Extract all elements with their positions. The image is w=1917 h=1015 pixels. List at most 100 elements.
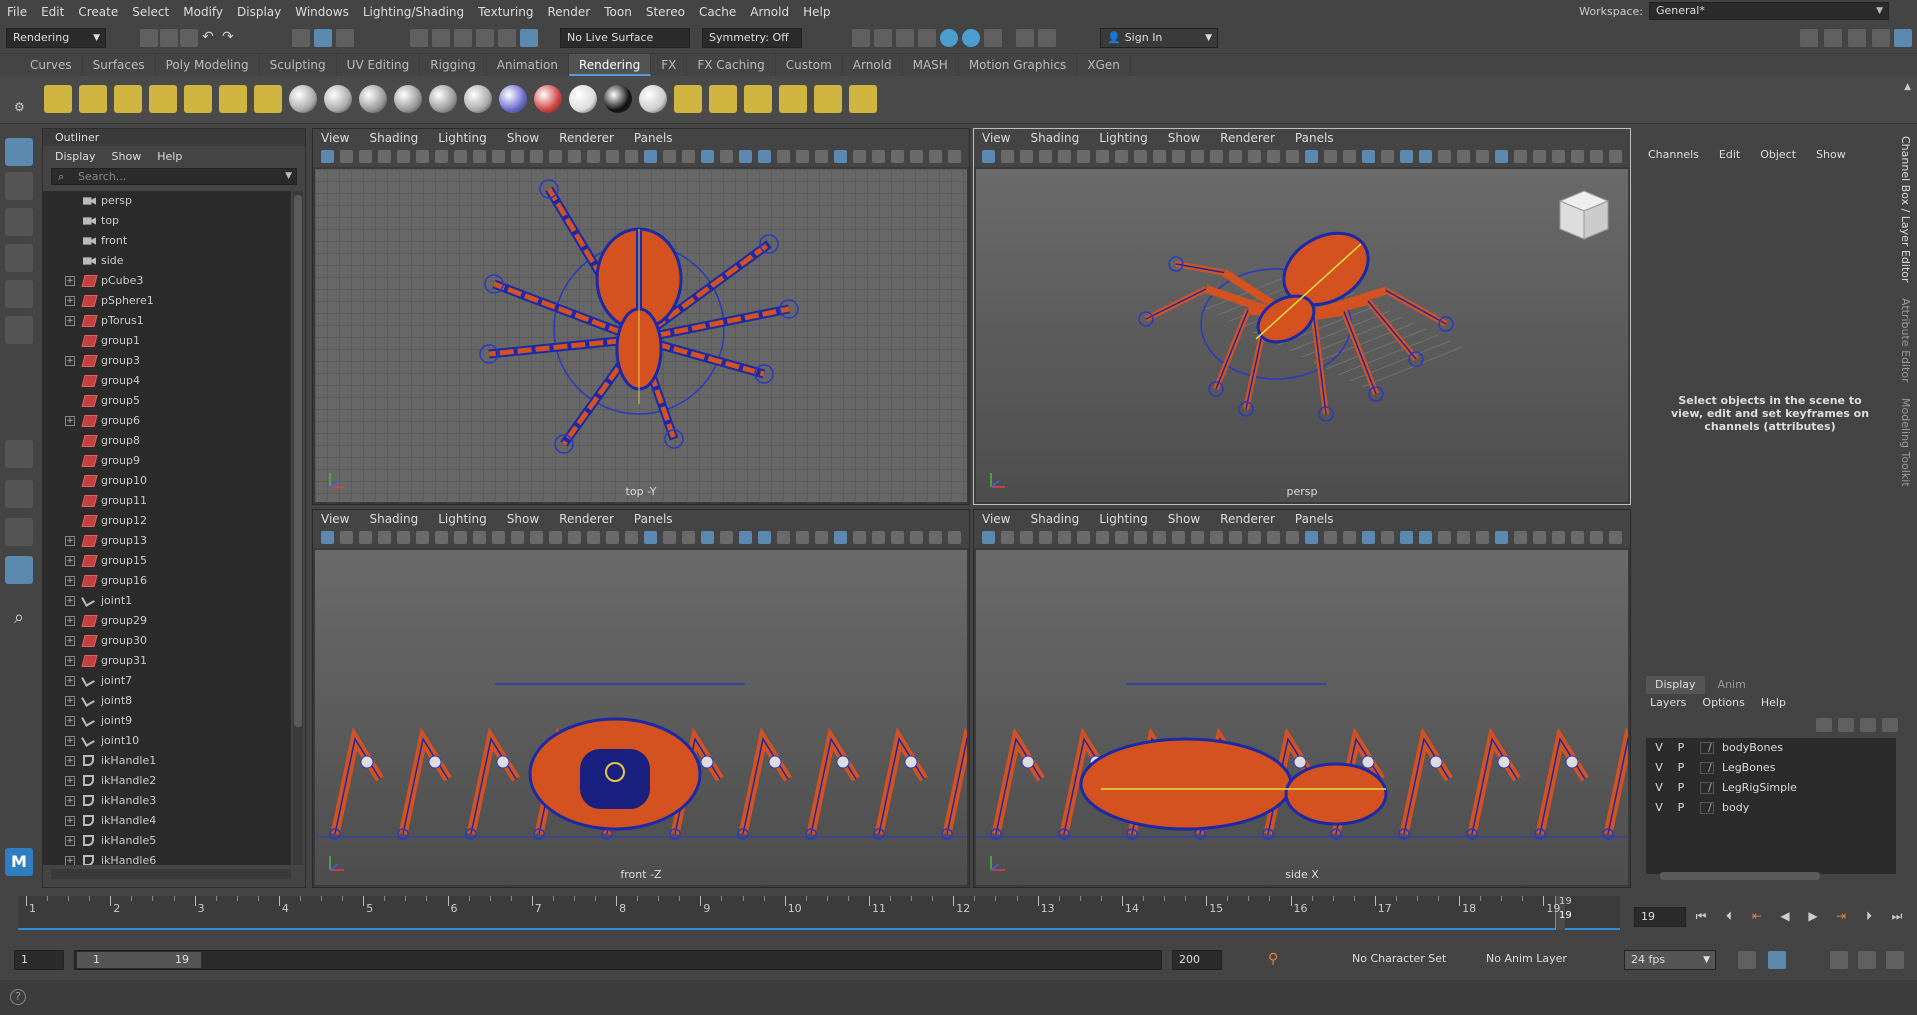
viewport-menu-lighting[interactable]: Lighting (438, 510, 487, 528)
auto-key-icon[interactable]: ⚲ (1268, 951, 1286, 969)
panel-toolbar-button[interactable] (1571, 150, 1584, 163)
make-live-icon[interactable] (520, 29, 538, 47)
panel-toolbar-button[interactable] (758, 531, 771, 544)
side-tab-attribute-editor[interactable]: Attribute Editor (1899, 298, 1912, 383)
expand-icon[interactable]: + (65, 676, 75, 686)
panel-toolbar-button[interactable] (644, 531, 657, 544)
layer-row[interactable]: V P / LegRigSimple (1646, 778, 1896, 798)
viewport-menu-lighting[interactable]: Lighting (438, 129, 487, 147)
workspace-dropdown[interactable]: General* ▼ (1649, 2, 1889, 20)
shelf-gear-icon[interactable]: ⚙ (14, 100, 25, 114)
panel-toolbar-button[interactable] (359, 150, 372, 163)
shelf-scroll-icon[interactable]: ▲ (1904, 82, 1911, 92)
panel-toolbar-button[interactable] (1248, 150, 1261, 163)
sphere-shader-6-icon[interactable] (464, 85, 492, 113)
expand-icon[interactable]: + (65, 576, 75, 586)
outliner-vertical-scrollbar[interactable] (293, 191, 303, 865)
panel-toolbar-button[interactable] (948, 150, 961, 163)
panel-toolbar-button[interactable] (701, 150, 714, 163)
outliner-menu-help[interactable]: Help (157, 146, 182, 168)
spider-model[interactable] (315, 550, 967, 885)
panel-toolbar-button[interactable] (1305, 150, 1318, 163)
two-view-layout-icon[interactable] (5, 518, 33, 546)
layer-menu-help[interactable]: Help (1761, 696, 1786, 709)
outliner-item-front[interactable]: front (43, 231, 291, 251)
panel-toolbar-button[interactable] (1590, 531, 1603, 544)
outliner-item-group3[interactable]: + group3 (43, 351, 291, 371)
panel-toolbar-button[interactable] (1438, 150, 1451, 163)
panel-toolbar-button[interactable] (910, 150, 923, 163)
panel-toolbar-button[interactable] (1020, 150, 1033, 163)
viewport-menu-view[interactable]: View (321, 510, 349, 528)
panel-toolbar-button[interactable] (1134, 150, 1147, 163)
open-scene-icon[interactable] (160, 29, 178, 47)
outliner-item-group9[interactable]: group9 (43, 451, 291, 471)
expand-icon[interactable]: + (65, 856, 75, 865)
panel-toolbar-button[interactable] (1286, 531, 1299, 544)
expand-icon[interactable]: + (65, 416, 75, 426)
panel-toolbar-button[interactable] (1001, 150, 1014, 163)
layer-playback-toggle[interactable]: P (1674, 798, 1688, 818)
panel-toolbar-button[interactable] (1495, 150, 1508, 163)
panel-toolbar-button[interactable] (796, 531, 809, 544)
play-backwards-icon[interactable]: ◀ (1778, 909, 1792, 923)
outliner-item-pTorus1[interactable]: + pTorus1 (43, 311, 291, 331)
panel-toolbar-button[interactable] (663, 531, 676, 544)
panel-toolbar-button[interactable] (948, 531, 961, 544)
viewport-menu-view[interactable]: View (982, 129, 1010, 147)
pause-icon[interactable] (1038, 29, 1056, 47)
snap-projected-icon[interactable] (476, 29, 494, 47)
panel-toolbar-button[interactable] (720, 150, 733, 163)
layer-visibility-toggle[interactable]: V (1652, 738, 1666, 758)
shelf-tab-fx-caching[interactable]: FX Caching (687, 54, 776, 76)
viewport-menu-panels[interactable]: Panels (1295, 129, 1334, 147)
expand-icon[interactable]: + (65, 736, 75, 746)
menu-item-lighting-shading[interactable]: Lighting/Shading (356, 5, 471, 19)
outliner-item-group29[interactable]: + group29 (43, 611, 291, 631)
point-light-icon[interactable] (114, 85, 142, 113)
panel-toolbar-button[interactable] (1362, 150, 1375, 163)
step-forward-frame-icon[interactable]: ⏵ (1862, 909, 1876, 923)
viewport-persp[interactable]: View Shading Lighting Show Renderer Panels per… (973, 128, 1631, 505)
panel-toolbar-button[interactable] (1419, 150, 1432, 163)
panel-toolbar-button[interactable] (378, 531, 391, 544)
shelf-tab-rendering[interactable]: Rendering (568, 54, 652, 76)
outliner-item-group6[interactable]: + group6 (43, 411, 291, 431)
viewport-front[interactable]: View Shading Lighting Show Renderer Panels fro… (312, 509, 970, 888)
attribute-editor-toggle-icon[interactable] (1824, 29, 1842, 47)
shelf-tab-animation[interactable]: Animation (487, 54, 569, 76)
menu-item-edit[interactable]: Edit (34, 5, 71, 19)
panel-toolbar-button[interactable] (473, 150, 486, 163)
panel-toolbar-button[interactable] (720, 531, 733, 544)
panel-toolbar-button[interactable] (815, 150, 828, 163)
snap-point-icon[interactable] (454, 29, 472, 47)
move-layer-up-icon[interactable] (1816, 718, 1832, 732)
viewport-menu-panels[interactable]: Panels (634, 129, 673, 147)
shelf-tab-poly-modeling[interactable]: Poly Modeling (156, 54, 260, 76)
outliner-item-joint8[interactable]: + joint8 (43, 691, 291, 711)
layer-menu-layers[interactable]: Layers (1650, 696, 1686, 709)
panel-toolbar-button[interactable] (853, 150, 866, 163)
panel-toolbar-button[interactable] (1362, 531, 1375, 544)
panel-toolbar-button[interactable] (1609, 150, 1622, 163)
fps-dropdown[interactable]: 24 fps ▼ (1624, 950, 1716, 970)
outliner-item-group30[interactable]: + group30 (43, 631, 291, 651)
outliner-item-pCube3[interactable]: + pCube3 (43, 271, 291, 291)
loop-icon[interactable] (1738, 951, 1756, 969)
menu-item-help[interactable]: Help (796, 5, 837, 19)
shelf-tab-sculpting[interactable]: Sculpting (260, 54, 337, 76)
viewport-menu-shading[interactable]: Shading (369, 510, 418, 528)
channel-menu-object[interactable]: Object (1760, 148, 1796, 161)
shelf-tab-rigging[interactable]: Rigging (420, 54, 487, 76)
panel-toolbar-button[interactable] (1343, 531, 1356, 544)
outliner-item-persp[interactable]: persp (43, 191, 291, 211)
side-tab-channel-box-layer-editor[interactable]: Channel Box / Layer Editor (1899, 136, 1912, 283)
sphere-shader-4-icon[interactable] (394, 85, 422, 113)
panel-toolbar-button[interactable] (587, 150, 600, 163)
layer-editor-toggle-icon[interactable] (1894, 29, 1912, 47)
render-layer-1-icon[interactable] (709, 85, 737, 113)
panel-toolbar-button[interactable] (1457, 150, 1470, 163)
select-tool-icon[interactable] (5, 138, 33, 166)
layer-tab-anim[interactable]: Anim (1709, 676, 1755, 694)
panel-toolbar-button[interactable] (929, 150, 942, 163)
